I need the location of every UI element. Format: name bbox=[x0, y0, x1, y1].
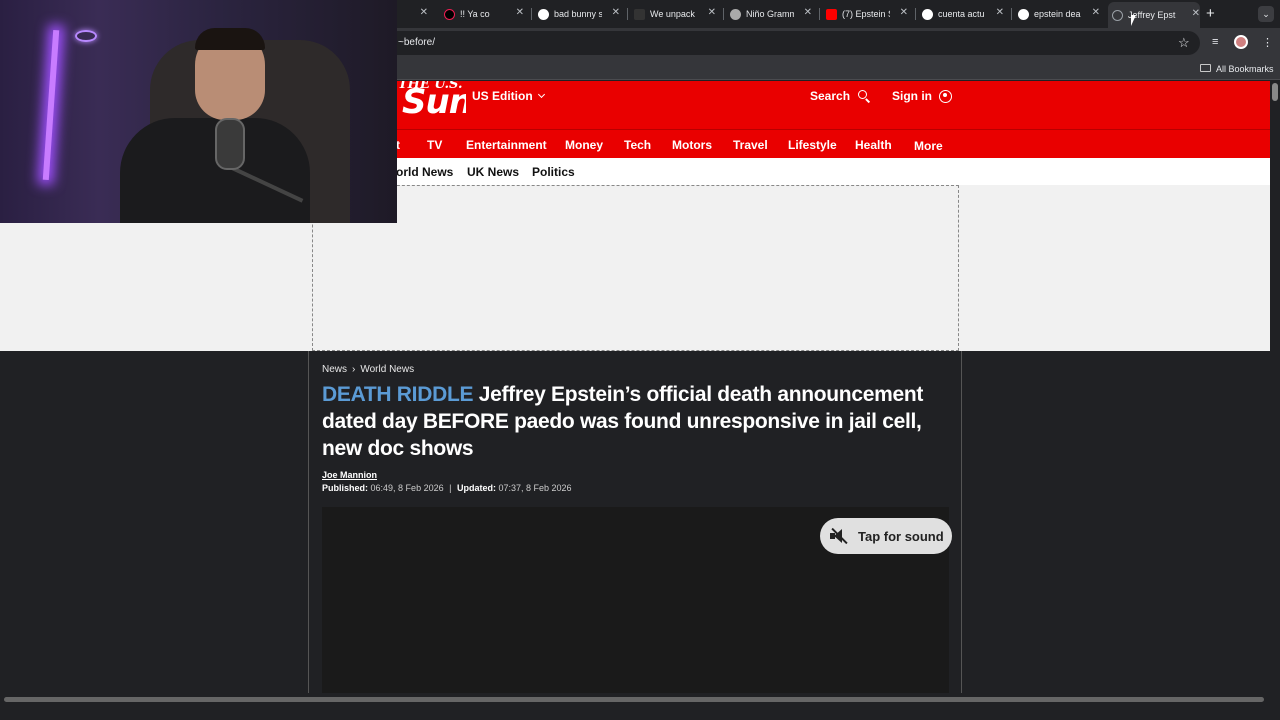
person-hair bbox=[195, 28, 265, 50]
close-icon[interactable]: ✕ bbox=[708, 7, 716, 18]
close-icon[interactable]: ✕ bbox=[804, 7, 812, 18]
tiktok-icon bbox=[444, 8, 455, 20]
subnav-world-news[interactable]: orld News bbox=[396, 165, 453, 179]
breadcrumb: News › World News bbox=[322, 364, 414, 375]
neon-ufo-sign bbox=[75, 30, 97, 42]
close-icon[interactable]: ✕ bbox=[1192, 8, 1200, 19]
date-separator: | bbox=[449, 483, 452, 493]
vertical-scrollbar-thumb[interactable] bbox=[1272, 83, 1278, 101]
tab-divider bbox=[627, 8, 628, 20]
close-icon[interactable]: ✕ bbox=[516, 7, 524, 18]
breadcrumb-news[interactable]: News bbox=[322, 364, 347, 375]
tab-divider bbox=[531, 8, 532, 20]
updated-label: Updated: bbox=[456, 483, 496, 493]
tab-title: !! Ya co bbox=[460, 9, 490, 19]
subnav-uk-news[interactable]: UK News bbox=[467, 165, 519, 179]
published-date: 06:49, 8 Feb 2026 bbox=[370, 483, 444, 493]
article-dates: Published: 06:49, 8 Feb 2026 | Updated: … bbox=[322, 483, 572, 493]
muted-speaker-icon bbox=[830, 527, 848, 545]
browser-tab-6[interactable]: (7) Epstein S ✕ bbox=[822, 4, 908, 24]
bookmark-star-icon[interactable]: ☆ bbox=[1178, 35, 1190, 51]
nav-item-health[interactable]: Health bbox=[855, 138, 892, 152]
tap-for-sound-label: Tap for sound bbox=[858, 528, 944, 544]
vertical-scrollbar[interactable] bbox=[1270, 81, 1280, 693]
nav-item-tech[interactable]: Tech bbox=[624, 138, 651, 152]
subnav-politics[interactable]: Politics bbox=[532, 165, 575, 179]
logo-text-big: Sun bbox=[402, 82, 466, 121]
edition-selector[interactable]: US Edition bbox=[472, 89, 545, 103]
browser-tab-4[interactable]: We unpack E ✕ bbox=[630, 4, 716, 24]
folder-icon bbox=[1200, 64, 1211, 72]
browser-tab-7[interactable]: cuenta actu ✕ bbox=[918, 4, 1004, 24]
article: News › World News DEATH RIDDLE Jeffrey E… bbox=[308, 351, 962, 693]
browser-tab-5[interactable]: Niño Gramm ✕ bbox=[726, 4, 812, 24]
nav-item-money[interactable]: Money bbox=[565, 138, 603, 152]
tab-title: (7) Epstein S bbox=[842, 9, 890, 19]
tab-title: epstein dea bbox=[1034, 9, 1081, 19]
user-icon bbox=[939, 89, 952, 103]
nav-item-lifestyle[interactable]: Lifestyle bbox=[788, 138, 837, 152]
tab-divider bbox=[819, 8, 820, 20]
breadcrumb-world-news[interactable]: World News bbox=[360, 364, 414, 375]
article-headline: DEATH RIDDLE Jeffrey Epstein’s official … bbox=[322, 381, 952, 462]
nav-item-entertainment[interactable]: Entertainment bbox=[466, 138, 547, 152]
site-icon bbox=[730, 8, 741, 20]
browser-tab-active[interactable]: Jeffrey Epst ✕ bbox=[1108, 2, 1200, 28]
sign-in-button[interactable]: Sign in bbox=[892, 89, 952, 103]
tab-title: We unpack E bbox=[650, 9, 698, 19]
search-button[interactable]: Search bbox=[810, 89, 871, 103]
google-icon bbox=[922, 8, 933, 20]
author-link[interactable]: Joe Mannion bbox=[322, 470, 377, 480]
tab-divider bbox=[723, 8, 724, 20]
published-label: Published: bbox=[322, 483, 369, 493]
youtube-icon bbox=[826, 8, 837, 20]
video-player[interactable]: Tap for sound bbox=[322, 507, 952, 693]
search-icon bbox=[858, 90, 871, 103]
horizontal-scrollbar-thumb[interactable] bbox=[4, 697, 1264, 702]
chevron-down-icon bbox=[537, 90, 545, 99]
close-icon[interactable]: ✕ bbox=[1092, 7, 1100, 18]
edition-label: US Edition bbox=[472, 89, 533, 103]
chevron-right-icon: › bbox=[352, 364, 356, 375]
updated-date: 07:37, 8 Feb 2026 bbox=[498, 483, 572, 493]
mouse-cursor-icon bbox=[1131, 15, 1136, 26]
sign-in-label: Sign in bbox=[892, 89, 932, 103]
menu-dots-icon[interactable]: ⋮ bbox=[1262, 36, 1273, 49]
media-controls-icon[interactable]: ≡ bbox=[1212, 36, 1218, 48]
ad-placeholder bbox=[312, 185, 959, 351]
headline-kicker: DEATH RIDDLE bbox=[322, 383, 474, 406]
nav-item-travel[interactable]: Travel bbox=[733, 138, 768, 152]
close-icon[interactable]: ✕ bbox=[900, 7, 908, 18]
close-icon[interactable]: ✕ bbox=[420, 7, 428, 18]
profile-avatar[interactable] bbox=[1234, 35, 1248, 49]
browser-tab-8[interactable]: epstein dea ✕ bbox=[1014, 4, 1100, 24]
loading-icon bbox=[1112, 9, 1123, 21]
all-bookmarks-button[interactable]: All Bookmarks bbox=[1216, 64, 1274, 74]
close-icon[interactable]: ✕ bbox=[612, 7, 620, 18]
address-bar-url[interactable]: ~before/ bbox=[398, 37, 435, 48]
nav-item-more[interactable]: More bbox=[914, 139, 943, 153]
browser-tab-2[interactable]: !! Ya co ✕ bbox=[440, 4, 524, 24]
tab-title: bad bunny s bbox=[554, 9, 602, 19]
tab-search-button[interactable]: ⌄ bbox=[1258, 6, 1274, 22]
site-icon bbox=[634, 8, 645, 20]
google-icon bbox=[1018, 8, 1029, 20]
new-tab-button[interactable]: + bbox=[1206, 5, 1215, 22]
site-logo[interactable]: THE U.S. Sun bbox=[396, 81, 466, 121]
webcam-overlay bbox=[0, 0, 397, 223]
nav-item-motors[interactable]: Motors bbox=[672, 138, 712, 152]
tap-for-sound-button[interactable]: Tap for sound bbox=[820, 518, 952, 554]
nav-item-tv[interactable]: TV bbox=[427, 138, 442, 152]
browser-tab-3[interactable]: bad bunny s ✕ bbox=[534, 4, 620, 24]
tab-title: cuenta actu bbox=[938, 9, 985, 19]
search-label: Search bbox=[810, 89, 851, 103]
google-icon bbox=[538, 8, 549, 20]
tab-divider bbox=[1011, 8, 1012, 20]
close-icon[interactable]: ✕ bbox=[996, 7, 1004, 18]
tab-divider bbox=[915, 8, 916, 20]
tab-title: Niño Gramm bbox=[746, 9, 794, 19]
address-bar[interactable] bbox=[360, 31, 1200, 55]
microphone bbox=[215, 118, 245, 170]
